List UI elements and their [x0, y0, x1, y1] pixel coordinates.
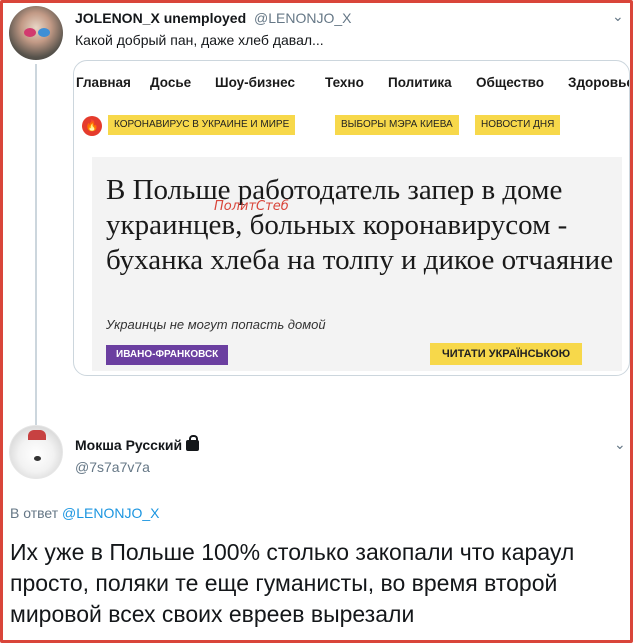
reply-mention-link[interactable]: @LENONJO_X: [62, 505, 159, 521]
thread-line: [35, 64, 37, 426]
tweet-text: Их уже в Польше 100% столько закопали чт…: [10, 539, 575, 627]
chevron-down-icon[interactable]: ⌄: [614, 436, 626, 453]
read-ukrainian-button: ЧИТАТИ УКРАЇНСЬКОЮ: [430, 343, 583, 365]
fire-icon: 🔥: [82, 116, 102, 136]
tweet-text: Какой добрый пан, даже хлеб давал...: [75, 32, 324, 48]
attached-image-card[interactable]: Главная Досье Шоу-бизнес Техно Политика …: [73, 60, 630, 376]
author-name-row[interactable]: Мокша Русский: [75, 435, 200, 453]
tag-elections: ВЫБОРЫ МЭРА КИЕВА: [335, 115, 459, 135]
avatar[interactable]: [9, 6, 63, 60]
author-handle[interactable]: @7s7a7v7a: [75, 459, 150, 475]
article-block: В Польше работодатель запер в доме украи…: [92, 157, 622, 371]
reply-prefix: В ответ: [10, 505, 59, 521]
nav-item-tech: Техно: [325, 75, 364, 90]
tweet-header: JOLENON_X unemployed @LENONJO_X: [75, 10, 352, 26]
nav-item-home: Главная: [76, 75, 131, 90]
article-subtitle: Украинцы не могут попасть домой: [106, 317, 326, 332]
nav-item-society: Общество: [476, 75, 545, 90]
region-badge: ИВАНО-ФРАНКОВСК: [106, 345, 229, 365]
nav-item-showbiz: Шоу-бизнес: [215, 75, 295, 90]
author-name[interactable]: JOLENON_X unemployed: [75, 10, 246, 26]
nav-item-dossier: Досье: [150, 75, 192, 90]
article-headline: В Польше работодатель запер в доме украи…: [106, 174, 614, 276]
tag-news: НОВОСТИ ДНЯ: [475, 115, 561, 135]
author-handle[interactable]: @LENONJO_X: [254, 10, 351, 26]
lock-icon: [186, 435, 200, 451]
reply-context: В ответ @LENONJO_X: [10, 505, 160, 521]
nav-item-health: Здоровье: [568, 75, 630, 90]
nav-item-politics: Политика: [388, 75, 452, 90]
avatar[interactable]: [9, 425, 63, 479]
author-name[interactable]: Мокша Русский: [75, 437, 182, 453]
watermark: ПолитСтеб: [214, 199, 289, 214]
chevron-down-icon[interactable]: ⌄: [612, 8, 624, 25]
tag-coronavirus: КОРОНАВИРУС В УКРАИНЕ И МИРЕ: [108, 115, 296, 135]
